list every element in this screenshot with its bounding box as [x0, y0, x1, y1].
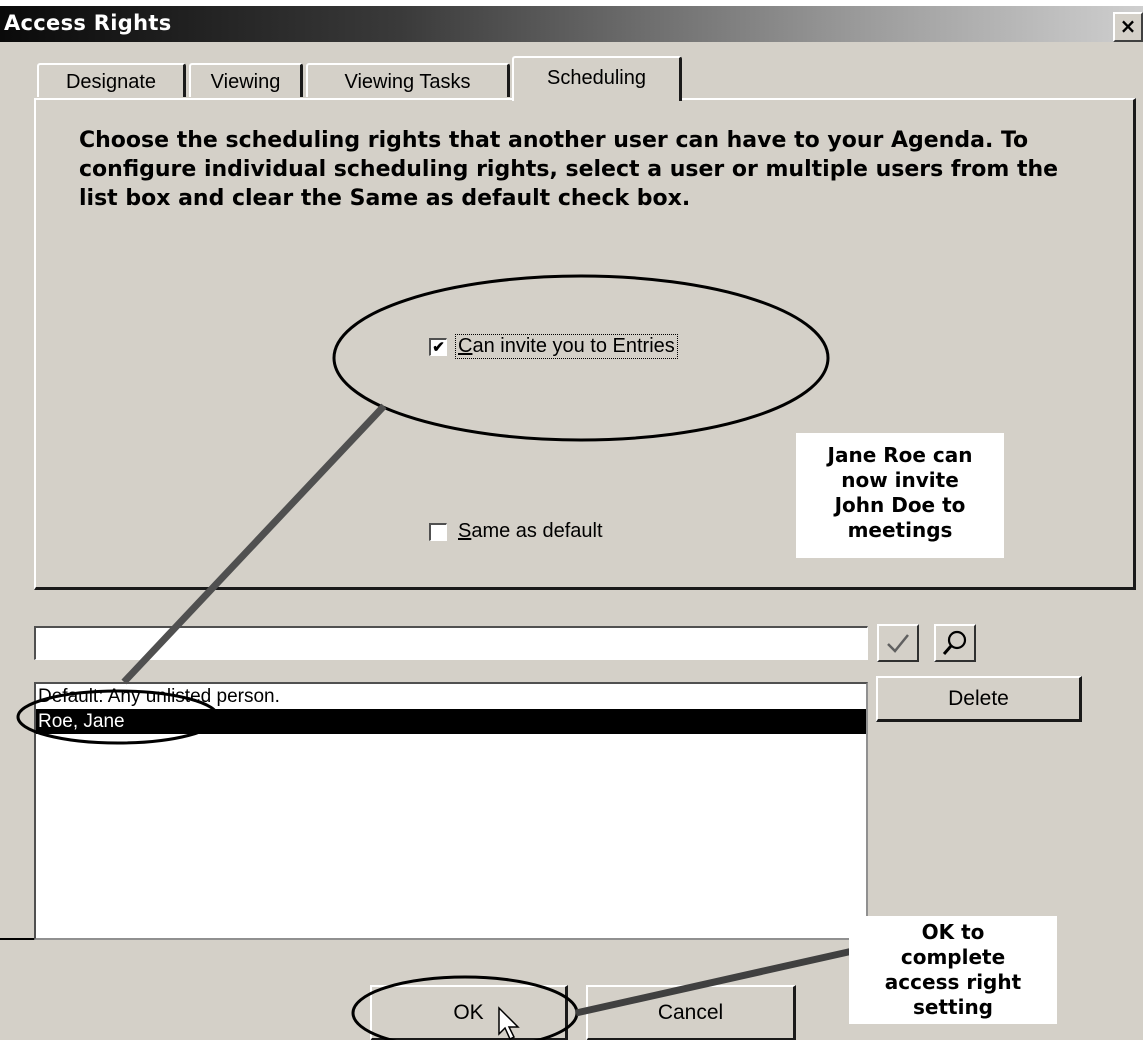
- scheduling-instructions: Choose the scheduling rights that anothe…: [79, 128, 1059, 211]
- user-listbox[interactable]: Default: Any unlisted person. Roe, Jane: [34, 682, 868, 940]
- annotation-note-invite: Jane Roe can now invite John Doe to meet…: [796, 433, 1004, 558]
- tab-viewing-tasks[interactable]: Viewing Tasks: [306, 63, 510, 97]
- search-button[interactable]: [934, 624, 976, 662]
- user-search-input[interactable]: [34, 626, 868, 660]
- cancel-button[interactable]: Cancel: [586, 985, 796, 1040]
- note-line: complete: [900, 945, 1006, 969]
- edge-divider: [0, 938, 34, 940]
- tab-viewing[interactable]: Viewing: [189, 63, 303, 97]
- check-icon: [887, 634, 909, 653]
- check-button[interactable]: [877, 624, 919, 662]
- same-default-checkbox[interactable]: [429, 522, 447, 541]
- note-line: access right: [884, 970, 1022, 994]
- note-line: setting: [913, 995, 993, 1019]
- invite-label-mnemonic: C: [458, 335, 473, 357]
- list-item-roe-jane[interactable]: Roe, Jane: [36, 709, 866, 734]
- note-line: John Doe to: [834, 493, 966, 517]
- list-item-default[interactable]: Default: Any unlisted person.: [36, 684, 866, 709]
- note-line: OK to: [921, 920, 985, 944]
- note-line: now invite: [841, 468, 959, 492]
- close-button[interactable]: ×: [1113, 12, 1143, 42]
- title-bar[interactable]: Access Rights ×: [0, 6, 1143, 42]
- same-default-label-mnemonic: S: [458, 520, 472, 542]
- window-title: Access Rights: [4, 11, 172, 35]
- magnifier-icon: [942, 630, 967, 655]
- invite-checkbox[interactable]: ✔: [429, 337, 447, 356]
- tab-designate[interactable]: Designate: [37, 63, 186, 97]
- annotation-note-ok: OK to complete access right setting: [849, 916, 1057, 1024]
- same-default-label-text: ame as default: [471, 520, 603, 542]
- delete-button[interactable]: Delete: [876, 676, 1082, 722]
- invite-checkbox-label[interactable]: Can invite you to Entries: [455, 334, 678, 359]
- invite-label-text: an invite you to Entries: [472, 335, 675, 357]
- same-default-checkbox-row[interactable]: Same as default: [429, 520, 605, 543]
- ok-button[interactable]: OK: [370, 985, 568, 1040]
- same-default-checkbox-label[interactable]: Same as default: [456, 520, 605, 543]
- note-line: meetings: [847, 518, 953, 542]
- invite-checkbox-row[interactable]: ✔ Can invite you to Entries: [429, 334, 678, 359]
- tab-scheduling[interactable]: Scheduling: [512, 56, 682, 101]
- note-line: Jane Roe can: [827, 443, 973, 467]
